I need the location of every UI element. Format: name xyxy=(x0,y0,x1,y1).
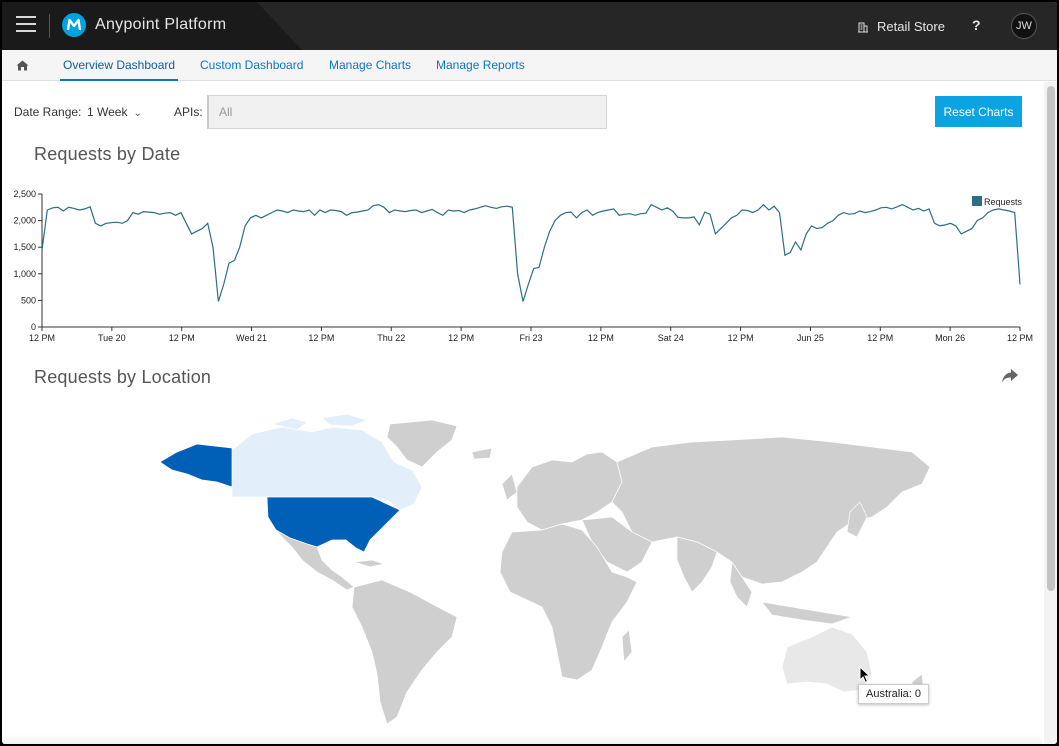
tab-manage-charts[interactable]: Manage Charts xyxy=(329,58,411,72)
requests-by-location-title: Requests by Location xyxy=(34,367,212,387)
map-region-uk xyxy=(471,447,518,501)
x-tick-label: Thu 22 xyxy=(377,333,405,343)
legend-label: Requests xyxy=(984,197,1023,207)
x-tick-label: 12 PM xyxy=(867,333,893,343)
reset-charts-button[interactable]: Reset Charts xyxy=(935,96,1022,127)
tab-custom-dashboard[interactable]: Custom Dashboard xyxy=(200,58,303,72)
bottom-shadow xyxy=(2,734,1042,744)
x-tick-label: 12 PM xyxy=(169,333,195,343)
x-tick-label: Jun 25 xyxy=(797,333,824,343)
home-icon[interactable] xyxy=(16,60,29,71)
user-avatar[interactable]: JW xyxy=(1011,13,1037,39)
y-tick-label: 2,500 xyxy=(13,189,36,199)
map-region-alaska[interactable] xyxy=(159,443,233,488)
mouse-cursor-icon xyxy=(859,666,871,684)
tab-manage-reports[interactable]: Manage Reports xyxy=(436,58,525,72)
chevron-down-icon: ⌄ xyxy=(133,108,142,119)
y-tick-label: 2,000 xyxy=(13,216,36,226)
requests-by-date-chart: 0 500 1,000 1,500 2,000 2,500 12 PM Tue 20 12 PM… xyxy=(13,189,1033,343)
tab-overview-dashboard[interactable]: Overview Dashboard xyxy=(59,58,179,81)
legend-swatch xyxy=(972,196,982,206)
apis-input[interactable]: All xyxy=(207,95,607,129)
app-window: Anypoint Platform Retail Store ? JW Over… xyxy=(2,2,1057,744)
map-continent-south-america[interactable] xyxy=(351,579,458,725)
x-tick-label: 12 PM xyxy=(728,333,754,343)
x-tick-label: 12 PM xyxy=(588,333,614,343)
date-range-label: Date Range: xyxy=(14,105,82,119)
world-map xyxy=(159,413,931,725)
y-tick-label: 0 xyxy=(31,322,36,332)
scrollbar-thumb[interactable] xyxy=(1047,86,1055,591)
hamburger-menu-icon[interactable] xyxy=(16,16,36,34)
mulesoft-logo-icon[interactable] xyxy=(62,13,86,37)
x-tick-label: Tue 20 xyxy=(98,333,126,343)
help-button[interactable]: ? xyxy=(972,17,981,33)
x-tick-label: 12 PM xyxy=(1007,333,1033,343)
app-title[interactable]: Anypoint Platform xyxy=(95,16,226,34)
date-range-value: 1 Week xyxy=(87,105,128,119)
map-continent-asia[interactable] xyxy=(611,436,931,585)
apis-label: APIs: xyxy=(174,105,203,119)
topbar-divider xyxy=(49,14,50,38)
y-tick-label: 500 xyxy=(21,295,36,305)
x-tick-label: Wed 21 xyxy=(236,333,267,343)
series-line-requests xyxy=(41,203,1021,302)
dashboard-tabs: Overview Dashboard Custom Dashboard Mana… xyxy=(2,50,1057,81)
x-tick-label: Fri 23 xyxy=(519,333,542,343)
map-country-madagascar xyxy=(621,629,633,663)
building-icon xyxy=(858,22,868,32)
filter-bar: Date Range: 1 Week ⌄ APIs: All Reset Char… xyxy=(2,82,1042,132)
map-region-caribbean xyxy=(353,559,386,568)
x-tick-label: 12 PM xyxy=(448,333,474,343)
map-country-greenland[interactable] xyxy=(386,419,458,468)
y-tick-label: 1,500 xyxy=(13,242,36,252)
x-tick-label: 12 PM xyxy=(29,333,55,343)
org-name: Retail Store xyxy=(877,19,945,34)
date-range-select[interactable]: 1 Week ⌄ xyxy=(87,105,142,119)
x-tick-label: Mon 26 xyxy=(935,333,965,343)
y-tick-label: 1,000 xyxy=(13,269,36,279)
map-country-usa[interactable] xyxy=(266,496,401,553)
top-navigation-bar: Anypoint Platform Retail Store ? JW xyxy=(2,2,1057,50)
x-tick-label: Sat 24 xyxy=(658,333,684,343)
map-tooltip: Australia: 0 xyxy=(858,684,930,704)
requests-by-date-title: Requests by Date xyxy=(34,144,181,164)
org-switcher[interactable]: Retail Store xyxy=(857,19,945,34)
share-icon[interactable] xyxy=(1001,368,1019,384)
x-tick-label: 12 PM xyxy=(308,333,334,343)
map-region-arctic-islands xyxy=(270,413,369,431)
